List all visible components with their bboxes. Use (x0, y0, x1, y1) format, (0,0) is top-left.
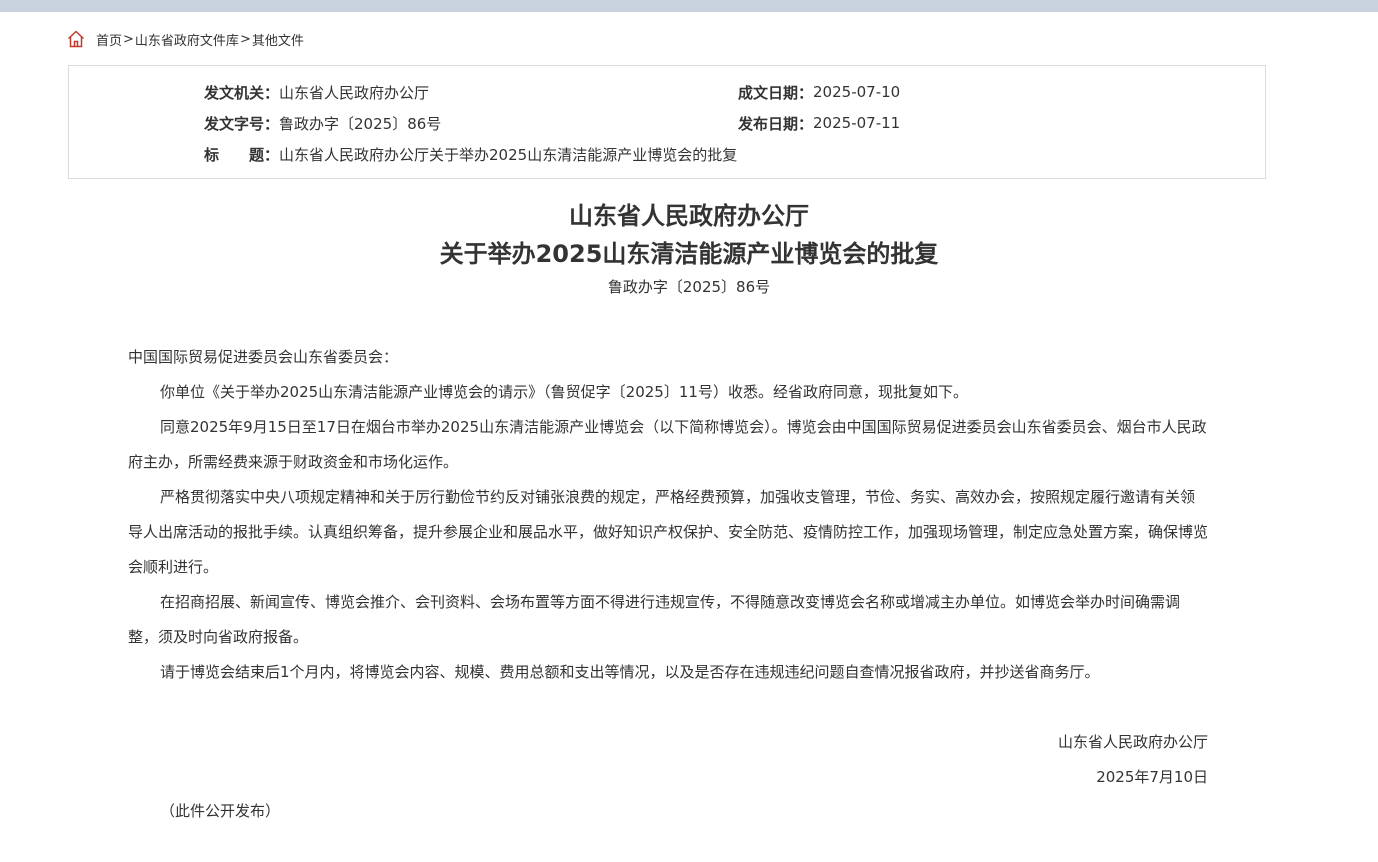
document-number: 鲁政办字〔2025〕86号 (607, 278, 771, 296)
document-body: 中国国际贸易促进委员会山东省委员会： 你单位《关于举办2025山东清洁能源产业博… (128, 340, 1208, 690)
date-published-value: 2025-07-11 (813, 114, 901, 132)
breadcrumb-separator: > (239, 31, 251, 47)
home-icon[interactable] (66, 29, 86, 49)
doc-no-label: 发文字号： (204, 114, 280, 133)
breadcrumb-current-link[interactable]: 其他文件 (252, 30, 304, 49)
meta-title: 标 题： 山东省人民政府办公厅关于举办2025山东清洁能源产业博览会的批复 (204, 143, 737, 165)
breadcrumb: 首页 > 山东省政府文件库 > 其他文件 (66, 29, 304, 49)
issuer-value: 山东省人民政府办公厅 (279, 83, 430, 102)
title-label: 标 题： (204, 145, 280, 164)
breadcrumb-library-link[interactable]: 山东省政府文件库 (135, 30, 239, 49)
breadcrumb-home-link[interactable]: 首页 (96, 30, 122, 49)
date-written-label: 成文日期： (738, 83, 814, 102)
document-title-line1: 山东省人民政府办公厅 (569, 202, 809, 230)
doc-no-value: 鲁政办字〔2025〕86号 (279, 114, 442, 133)
document-meta-box: 发文机关： 山东省人民政府办公厅 成文日期： 2025-07-10 发文字号： … (68, 65, 1266, 179)
paragraph: 请于博览会结束后1个月内，将博览会内容、规模、费用总额和支出等情况，以及是否存在… (160, 663, 1100, 681)
paragraph: 严格贯彻落实中央八项规定精神和关于厉行勤俭节约反对铺张浪费的规定，严格经费预算，… (128, 488, 1209, 576)
breadcrumb-separator: > (123, 31, 134, 47)
date-written-value: 2025-07-10 (813, 83, 901, 101)
title-value: 山东省人民政府办公厅关于举办2025山东清洁能源产业博览会的批复 (279, 145, 738, 164)
meta-date-written: 成文日期： 2025-07-10 (738, 81, 900, 103)
date-published-label: 发布日期： (738, 114, 814, 133)
top-bar (0, 0, 1378, 12)
signature-date: 2025年7月10日 (1096, 768, 1208, 786)
document-title-line2: 关于举办2025山东清洁能源产业博览会的批复 (439, 240, 939, 268)
meta-doc-no: 发文字号： 鲁政办字〔2025〕86号 (204, 112, 441, 134)
meta-issuer: 发文机关： 山东省人民政府办公厅 (204, 81, 429, 103)
publication-note: （此件公开发布） (160, 802, 281, 820)
paragraph: 同意2025年9月15日至17日在烟台市举办2025山东清洁能源产业博览会（以下… (128, 418, 1207, 471)
paragraph: 在招商招展、新闻宣传、博览会推介、会刊资料、会场布置等方面不得进行违规宣传，不得… (128, 593, 1181, 646)
salutation: 中国国际贸易促进委员会山东省委员会： (128, 348, 399, 366)
signature: 山东省人民政府办公厅 (1057, 733, 1208, 751)
meta-date-published: 发布日期： 2025-07-11 (738, 112, 900, 134)
issuer-label: 发文机关： (204, 83, 280, 102)
paragraph: 你单位《关于举办2025山东清洁能源产业博览会的请示》（鲁贸促字〔2025〕11… (160, 383, 968, 401)
